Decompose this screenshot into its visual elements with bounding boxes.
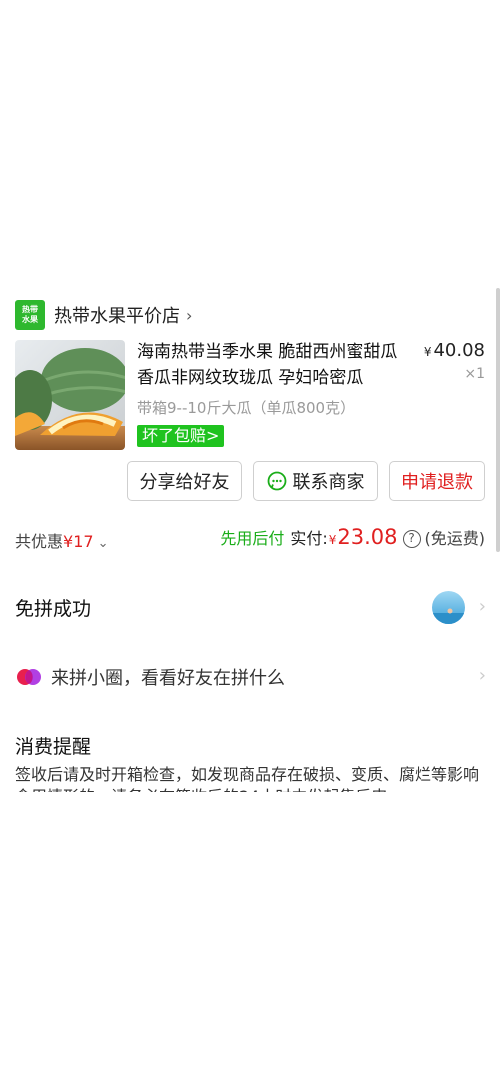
group-status[interactable]: 免拼成功 (15, 594, 91, 621)
circle-text: 来拼小圈，看看好友在拼什么 (51, 668, 285, 689)
paid-amount: 23.08 (337, 525, 398, 549)
product-spec: 带箱9--10斤大瓜（单瓜800克） (137, 399, 356, 417)
chat-bubble-icon (267, 471, 286, 491)
chevron-right-icon: › (478, 665, 486, 686)
paid-symbol: ¥ (328, 533, 337, 547)
share-button[interactable]: 分享给好友 (127, 461, 242, 501)
contact-seller-button[interactable]: 联系商家 (253, 461, 378, 501)
shop-logo-line2: 水果 (22, 315, 38, 324)
order-summary: 共优惠¥17 ⌄ 先用后付 实付: ¥ 23.08 ? (免运费) (15, 525, 485, 552)
pay-later-label: 先用后付 (220, 529, 285, 548)
contact-label: 联系商家 (292, 472, 365, 493)
shop-name[interactable]: 热带水果平价店 (54, 302, 180, 328)
discount-amount: ¥17 (63, 532, 94, 551)
notice-text: 签收后请及时开箱检查，如发现商品存在破损、变质、腐烂等影响食用情形的，请务必在签… (15, 765, 480, 792)
paid-label: 实付: (290, 529, 328, 548)
product-image[interactable] (15, 340, 125, 450)
scrollbar[interactable] (496, 288, 500, 552)
refund-button[interactable]: 申请退款 (389, 461, 485, 501)
product-price: ¥40.08 (424, 340, 485, 361)
chevron-right-icon: › (478, 596, 486, 617)
circle-entry[interactable]: 来拼小圈，看看好友在拼什么 (15, 664, 285, 690)
shop-logo: 热带 水果 (15, 300, 45, 330)
avatar[interactable] (432, 591, 465, 624)
price-symbol: ¥ (423, 345, 432, 359)
circle-logo-icon (15, 667, 43, 687)
chevron-down-icon: ⌄ (97, 536, 109, 551)
price-value: 40.08 (433, 340, 485, 361)
product-quantity: ×1 (464, 366, 485, 382)
damage-guarantee-badge[interactable]: 坏了包赔> (137, 425, 225, 447)
shop-logo-line1: 热带 (22, 305, 38, 314)
help-circle-icon[interactable]: ? (402, 530, 421, 548)
payment-info: 先用后付 实付: ¥ 23.08 ? (免运费) (220, 525, 485, 550)
shop-header[interactable]: 热带 水果 热带水果平价店 › (15, 300, 192, 330)
refund-label: 申请退款 (401, 472, 473, 493)
notice-title: 消费提醒 (15, 736, 92, 758)
chevron-right-icon: › (186, 305, 193, 325)
discount-toggle[interactable]: 共优惠¥17 ⌄ (15, 528, 108, 552)
freight-label: (免运费) (424, 529, 486, 548)
product-title[interactable]: 海南热带当季水果 脆甜西州蜜甜瓜香瓜非网纹玫珑瓜 孕妇哈密瓜 (137, 339, 412, 391)
share-label: 分享给好友 (139, 472, 230, 493)
discount-label: 共优惠 (15, 532, 64, 551)
